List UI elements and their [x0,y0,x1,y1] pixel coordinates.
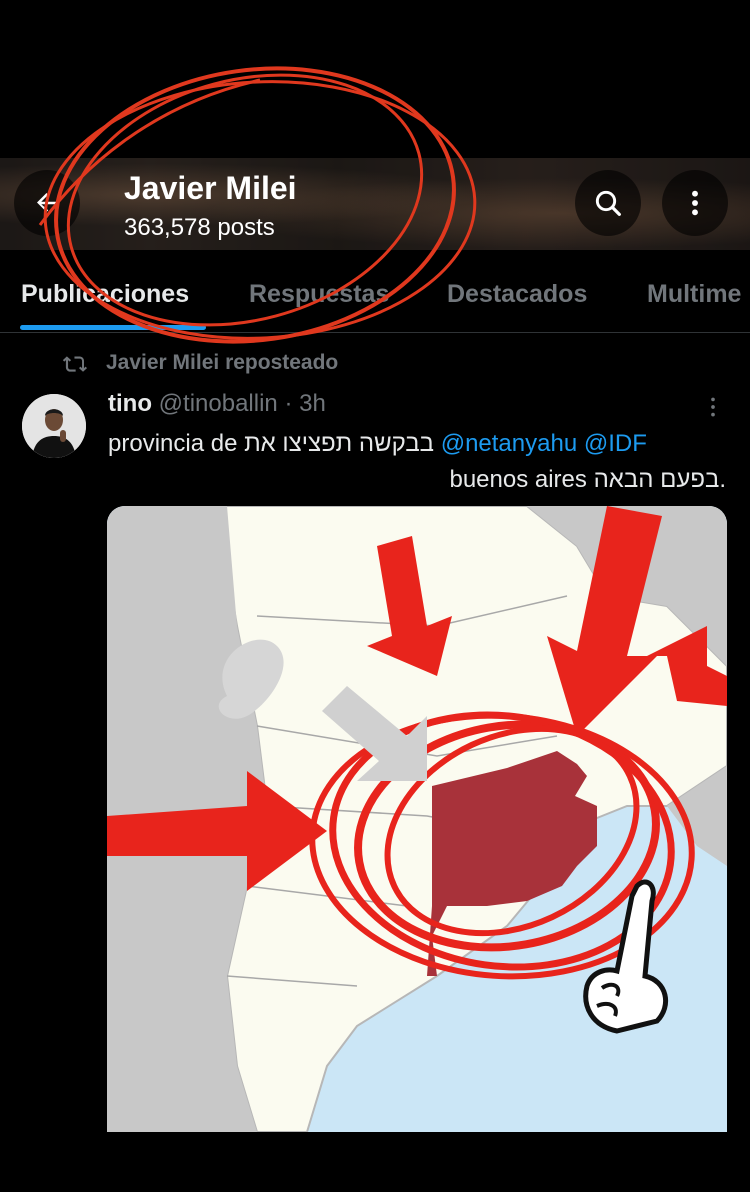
tab-destacados[interactable]: Destacados [447,280,587,309]
tweet-time[interactable]: · 3h [284,390,325,417]
tweet-header: tino @tinoballin · 3h [108,390,326,418]
repost-context[interactable]: Javier Milei reposteado [62,348,338,378]
more-options-button[interactable] [662,170,728,236]
profile-name: Javier Milei [124,170,297,206]
active-tab-indicator [20,325,206,330]
tweet-text-hebrew: provincia de בבקשה תפציצו את [108,430,435,457]
tweet-text: provincia de בבקשה תפציצו את @netanyahu … [108,426,726,498]
more-vertical-icon [692,190,698,216]
posts-count: 363,578 posts [124,214,275,241]
tweet-text-line2: buenos aires בפעם הבאה. [449,466,726,493]
tab-publicaciones[interactable]: Publicaciones [21,280,189,309]
repost-icon [62,356,88,372]
map-image [107,506,727,1132]
tweet-display-name[interactable]: tino [108,390,152,417]
repost-label: Javier Milei reposteado [106,351,339,374]
tweet-more-button[interactable] [700,394,726,425]
search-icon [595,190,621,216]
mention-idf[interactable]: @IDF [584,430,647,457]
tweet-media-image[interactable] [107,506,727,1132]
more-vertical-icon [711,397,715,417]
arrow-left-icon [37,193,57,212]
search-button[interactable] [575,170,641,236]
avatar-photo [22,394,86,458]
mention-netanyahu[interactable]: @netanyahu [441,430,577,457]
tab-multimedia[interactable]: Multime [647,280,741,309]
tab-respuestas[interactable]: Respuestas [249,280,389,309]
avatar[interactable] [22,394,86,458]
back-button[interactable] [14,170,80,236]
profile-tabs: Publicaciones Respuestas Destacados Mult… [0,262,750,333]
tweet-text-line1: provincia de בבקשה תפציצו את @netanyahu … [108,426,726,462]
tweet-handle[interactable]: @tinoballin [159,390,278,417]
